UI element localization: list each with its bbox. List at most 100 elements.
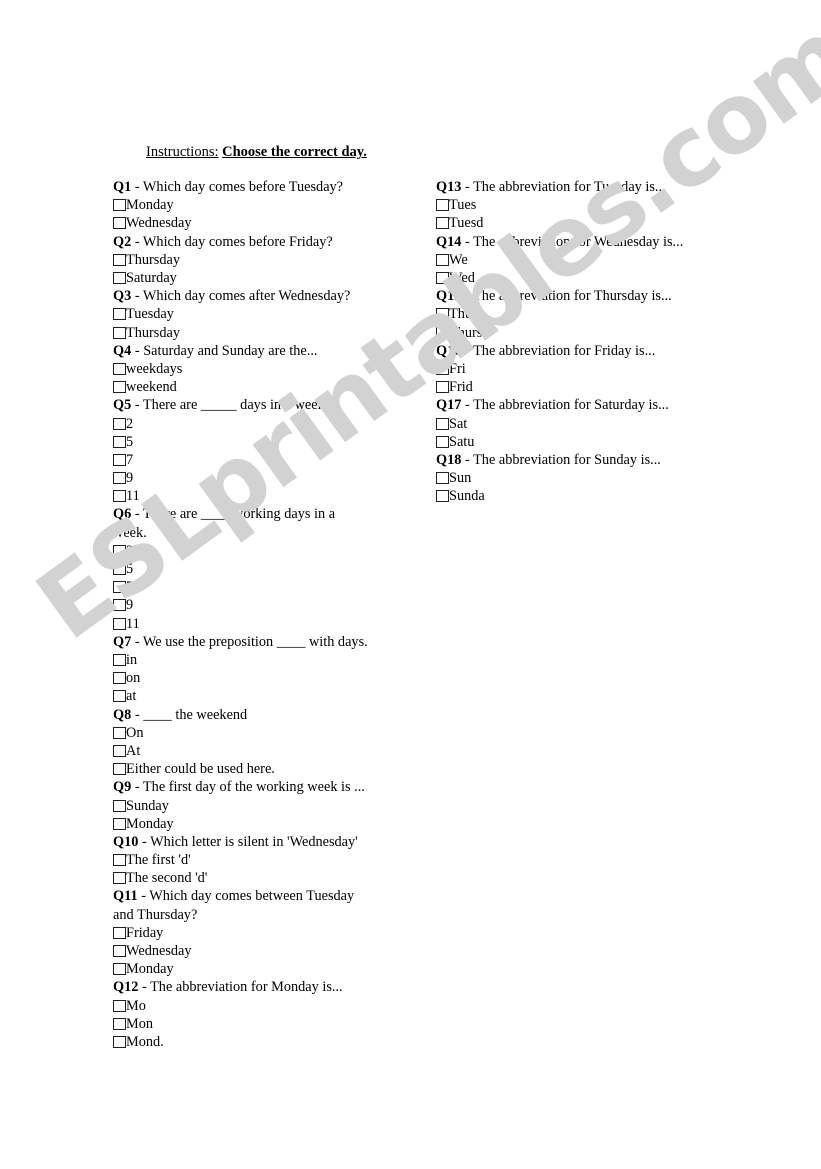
option-row[interactable]: Satu [436,433,736,451]
option-row[interactable]: on [113,669,413,687]
option-row[interactable]: Wed [436,269,736,287]
checkbox-icon[interactable] [436,253,449,266]
checkbox-icon[interactable] [113,199,126,212]
checkbox-icon[interactable] [436,490,449,503]
question-prompt: - ____ the weekend [131,706,248,723]
checkbox-icon[interactable] [113,854,126,867]
option-row[interactable]: 5 [113,433,413,451]
option-row[interactable]: weekdays [113,360,413,378]
option-row[interactable]: in [113,651,413,669]
checkbox-icon[interactable] [113,799,126,812]
option-row[interactable]: We [436,251,736,269]
checkbox-icon[interactable] [113,672,126,685]
checkbox-icon[interactable] [436,308,449,321]
option-row[interactable]: 7 [113,451,413,469]
checkbox-icon[interactable] [113,381,126,394]
option-row[interactable]: Wednesday [113,942,413,960]
option-row[interactable]: weekend [113,378,413,396]
checkbox-icon[interactable] [113,417,126,430]
checkbox-icon[interactable] [113,1017,126,1030]
checkbox-icon[interactable] [113,253,126,266]
option-row[interactable]: 2 [113,415,413,433]
option-row[interactable]: The first 'd' [113,851,413,869]
option-row[interactable]: Wednesday [113,214,413,232]
question-text: Q15 - The abbreviation for Thursday is..… [436,287,692,305]
option-row[interactable]: The second 'd' [113,869,413,887]
checkbox-icon[interactable] [113,599,126,612]
option-row[interactable]: Sat [436,415,736,433]
checkbox-icon[interactable] [113,435,126,448]
option-row[interactable]: Fri [436,360,736,378]
checkbox-icon[interactable] [113,945,126,958]
checkbox-icon[interactable] [113,563,126,576]
checkbox-icon[interactable] [113,817,126,830]
option-row[interactable]: At [113,742,413,760]
option-row[interactable]: Mo [113,997,413,1015]
option-row[interactable]: Sun [436,469,736,487]
option-row[interactable]: Friday [113,924,413,942]
question-block: Q7 - We use the preposition ____ with da… [113,633,413,706]
checkbox-icon[interactable] [113,690,126,703]
option-row[interactable]: Mond. [113,1033,413,1051]
checkbox-icon[interactable] [113,453,126,466]
checkbox-icon[interactable] [436,362,449,375]
option-row[interactable]: Tues [436,196,736,214]
checkbox-icon[interactable] [113,581,126,594]
option-label: Thurs [449,324,483,341]
checkbox-icon[interactable] [436,199,449,212]
checkbox-icon[interactable] [436,381,449,394]
checkbox-icon[interactable] [436,271,449,284]
option-label: 7 [126,579,134,596]
option-row[interactable]: Frid [436,378,736,396]
checkbox-icon[interactable] [113,362,126,375]
checkbox-icon[interactable] [436,417,449,430]
option-row[interactable]: Thursday [113,324,413,342]
option-row[interactable]: Tuesday [113,305,413,323]
option-row[interactable]: 11 [113,615,413,633]
option-row[interactable]: 2 [113,542,413,560]
question-prompt: - There are _____ days in a week [131,397,325,414]
option-row[interactable]: Thu [436,305,736,323]
checkbox-icon[interactable] [436,217,449,230]
checkbox-icon[interactable] [113,726,126,739]
checkbox-icon[interactable] [113,1036,126,1049]
option-row[interactable]: 7 [113,578,413,596]
checkbox-icon[interactable] [113,999,126,1012]
option-row[interactable]: Saturday [113,269,413,287]
checkbox-icon[interactable] [113,926,126,939]
checkbox-icon[interactable] [113,763,126,776]
checkbox-icon[interactable] [113,872,126,885]
option-row[interactable]: at [113,687,413,705]
checkbox-icon[interactable] [113,472,126,485]
checkbox-icon[interactable] [113,217,126,230]
option-row[interactable]: 9 [113,469,413,487]
option-row[interactable]: Thursday [113,251,413,269]
option-row[interactable]: 11 [113,487,413,505]
checkbox-icon[interactable] [113,617,126,630]
option-row[interactable]: Monday [113,960,413,978]
checkbox-icon[interactable] [113,490,126,503]
option-row[interactable]: Sunday [113,797,413,815]
option-row[interactable]: On [113,724,413,742]
option-row[interactable]: Tuesd [436,214,736,232]
option-row[interactable]: 5 [113,560,413,578]
question-prompt: - The abbreviation for Friday is... [461,342,656,359]
checkbox-icon[interactable] [113,308,126,321]
option-row[interactable]: Sunda [436,487,736,505]
checkbox-icon[interactable] [113,654,126,666]
checkbox-icon[interactable] [436,326,449,339]
option-row[interactable]: Mon [113,1015,413,1033]
checkbox-icon[interactable] [113,544,126,557]
option-row[interactable]: Thurs [436,324,736,342]
question-prompt: - There are ____ working days in a week. [113,506,336,541]
checkbox-icon[interactable] [113,963,126,976]
checkbox-icon[interactable] [436,472,449,485]
option-row[interactable]: 9 [113,596,413,614]
checkbox-icon[interactable] [113,271,126,284]
option-row[interactable]: Monday [113,196,413,214]
checkbox-icon[interactable] [113,326,126,339]
checkbox-icon[interactable] [113,744,126,757]
option-row[interactable]: Monday [113,815,413,833]
option-row[interactable]: Either could be used here. [113,760,413,778]
checkbox-icon[interactable] [436,435,449,448]
